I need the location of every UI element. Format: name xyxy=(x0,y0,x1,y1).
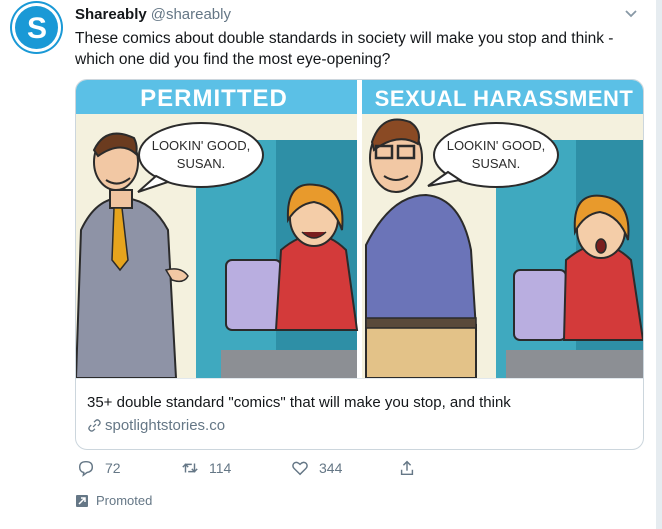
reply-icon xyxy=(78,460,94,477)
chevron-down-icon[interactable] xyxy=(624,9,638,19)
like-action[interactable]: 344 xyxy=(291,459,342,477)
share-action[interactable] xyxy=(398,459,416,477)
link-icon xyxy=(88,419,101,432)
card-meta[interactable]: 35+ double standard "comics" that will m… xyxy=(76,378,643,449)
comic-image[interactable]: PERMITTED SEXUAL HARASSMENT LOOKIN' GOOD… xyxy=(76,80,643,378)
tweet: S Shareably @shareably These comics about… xyxy=(0,0,662,529)
promoted-text: Promoted xyxy=(96,493,153,508)
tweet-header: Shareably @shareably xyxy=(75,6,231,23)
speech-left-line-2: SUSAN. xyxy=(177,156,225,171)
link-card[interactable]: PERMITTED SEXUAL HARASSMENT LOOKIN' GOOD… xyxy=(75,79,644,450)
reply-action[interactable]: 72 xyxy=(77,459,121,477)
handle[interactable]: @shareably xyxy=(151,6,231,23)
card-domain[interactable]: spotlightstories.co xyxy=(87,417,225,434)
reply-count: 72 xyxy=(105,460,121,476)
promoted-icon xyxy=(76,494,88,507)
speech-left-line-1: LOOKIN' GOOD, xyxy=(152,138,251,153)
avatar[interactable]: S xyxy=(12,3,61,52)
card-domain-text: spotlightstories.co xyxy=(105,417,226,434)
retweet-icon xyxy=(182,463,198,473)
speech-right-line-1: LOOKIN' GOOD, xyxy=(447,138,546,153)
tweet-actions: 72 114 344 xyxy=(75,459,635,483)
share-icon xyxy=(400,460,414,476)
timeline-border xyxy=(656,0,662,529)
retweet-action[interactable]: 114 xyxy=(181,459,231,477)
card-title[interactable]: 35+ double standard "comics" that will m… xyxy=(87,394,511,411)
tweet-text: These comics about double standards in s… xyxy=(75,30,614,68)
display-name[interactable]: Shareably xyxy=(75,6,147,23)
promoted-label: Promoted xyxy=(75,493,152,508)
shareably-logo: S xyxy=(26,12,46,45)
speech-right-line-2: SUSAN. xyxy=(472,156,520,171)
retweet-count: 114 xyxy=(209,460,232,476)
panel-left-label: PERMITTED xyxy=(140,85,288,112)
panel-right-label: SEXUAL HARASSMENT xyxy=(375,86,634,111)
like-icon xyxy=(292,461,308,476)
svg-text:S: S xyxy=(26,12,46,45)
like-count: 344 xyxy=(319,460,343,476)
